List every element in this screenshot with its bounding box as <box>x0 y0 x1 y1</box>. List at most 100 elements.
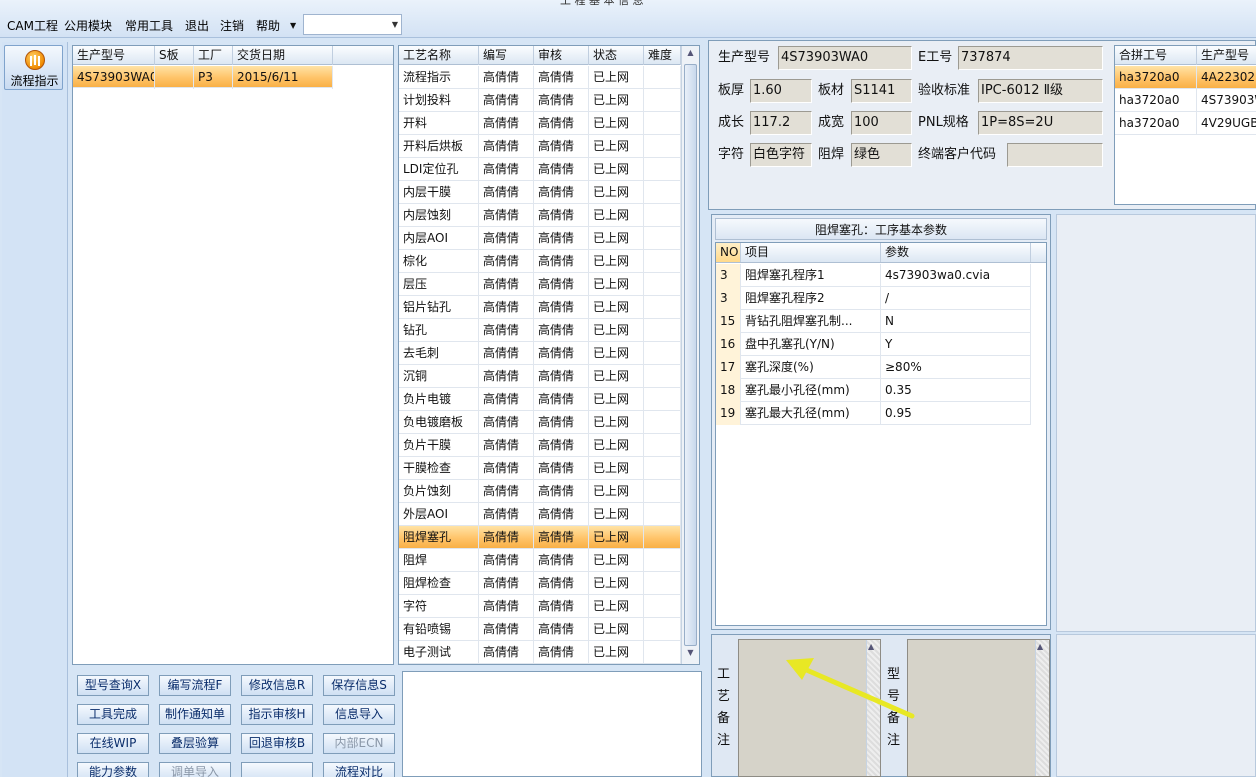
table-row[interactable]: 开料后烘板 高倩倩 高倩倩 已上网 <box>399 135 681 158</box>
column-header[interactable]: 生产型号 <box>73 46 155 65</box>
menu-combo-box[interactable]: ▼ <box>303 14 402 35</box>
table-row[interactable]: 18 塞孔最小孔径(mm) 0.35 <box>716 379 1031 402</box>
menu-help[interactable]: 帮助 <box>254 17 282 35</box>
scroll-thumb[interactable] <box>684 64 697 646</box>
column-header[interactable]: S板 <box>155 46 194 65</box>
chevron-down-icon[interactable]: ▼ <box>392 20 398 29</box>
table-row[interactable]: ha3720a04V29UGBP <box>1115 112 1256 135</box>
column-header[interactable]: NO <box>716 243 741 262</box>
cell-model: 4A22302L <box>1197 66 1256 89</box>
scroll-down-icon[interactable]: ▼ <box>684 648 697 662</box>
table-row[interactable]: 铝片钻孔 高倩倩 高倩倩 已上网 <box>399 296 681 319</box>
action-button[interactable]: 信息导入 <box>323 704 395 725</box>
column-header[interactable]: 交货日期 <box>233 46 333 65</box>
table-row[interactable]: 阻焊 高倩倩 高倩倩 已上网 <box>399 549 681 572</box>
column-header[interactable]: 难度 <box>644 46 681 65</box>
table-row[interactable]: 负片干膜 高倩倩 高倩倩 已上网 <box>399 434 681 457</box>
material-field[interactable]: S1141 <box>851 79 912 103</box>
action-button[interactable] <box>241 762 313 777</box>
cell-process-name: 外层AOI <box>399 503 479 526</box>
customer-code-field[interactable] <box>1007 143 1103 167</box>
table-row[interactable]: 开料 高倩倩 高倩倩 已上网 <box>399 112 681 135</box>
table-row[interactable]: 负电镀磨板 高倩倩 高倩倩 已上网 <box>399 411 681 434</box>
chevron-down-icon[interactable]: ▼ <box>290 21 296 30</box>
action-button[interactable]: 型号查询X <box>77 675 149 696</box>
action-button[interactable]: 工具完成 <box>77 704 149 725</box>
table-row[interactable]: 4S73903WA0 P3 2015/6/11 <box>73 66 333 89</box>
process-scrollbar[interactable]: ▲ ▼ <box>681 46 699 664</box>
cell-model: 4S73903W <box>1197 89 1256 112</box>
table-row[interactable]: 阻焊检查 高倩倩 高倩倩 已上网 <box>399 572 681 595</box>
model-field[interactable]: 4S73903WA0 <box>778 46 912 70</box>
menu-logout[interactable]: 注销 <box>218 17 246 35</box>
column-header[interactable]: 生产型号 <box>1197 46 1256 65</box>
action-button[interactable]: 流程对比 <box>323 762 395 777</box>
table-row[interactable]: 有铅喷锡 高倩倩 高倩倩 已上网 <box>399 618 681 641</box>
cell-difficulty <box>644 434 681 457</box>
scroll-up-icon[interactable]: ▲ <box>684 48 697 62</box>
table-row[interactable]: 19 塞孔最大孔径(mm) 0.95 <box>716 402 1031 425</box>
action-button[interactable]: 叠层验算 <box>159 733 231 754</box>
length-field[interactable]: 117.2 <box>750 111 812 135</box>
table-row[interactable]: ha3720a04S73903W <box>1115 89 1256 112</box>
table-row[interactable]: 沉铜 高倩倩 高倩倩 已上网 <box>399 365 681 388</box>
table-row[interactable]: ha3720a0 4A22302L <box>1115 66 1256 89</box>
menu-common-module[interactable]: 公用模块 <box>62 17 114 35</box>
action-button[interactable]: 能力参数 <box>77 762 149 777</box>
action-button[interactable]: 制作通知单 <box>159 704 231 725</box>
table-row[interactable]: 负片蚀刻 高倩倩 高倩倩 已上网 <box>399 480 681 503</box>
table-row[interactable]: 干膜检查 高倩倩 高倩倩 已上网 <box>399 457 681 480</box>
table-row[interactable]: 3 阻焊塞孔程序1 4s73903wa0.cvia <box>716 264 1031 287</box>
table-row[interactable]: LDI定位孔 高倩倩 高倩倩 已上网 <box>399 158 681 181</box>
menu-cam[interactable]: CAM工程 <box>5 17 60 35</box>
table-row[interactable]: 负片电镀 高倩倩 高倩倩 已上网 <box>399 388 681 411</box>
table-row[interactable]: 内层AOI 高倩倩 高倩倩 已上网 <box>399 227 681 250</box>
e-number-field[interactable]: 737874 <box>958 46 1103 70</box>
action-button[interactable]: 内部ECN <box>323 733 395 754</box>
table-row[interactable]: 计划投料 高倩倩 高倩倩 已上网 <box>399 89 681 112</box>
table-row[interactable]: 16 盘中孔塞孔(Y/N) Y <box>716 333 1031 356</box>
width-field[interactable]: 100 <box>851 111 912 135</box>
notes-scrollbar[interactable]: ▲ <box>1035 640 1049 776</box>
cell-status: 已上网 <box>589 204 644 227</box>
column-header[interactable]: 审核 <box>534 46 589 65</box>
action-button[interactable]: 修改信息R <box>241 675 313 696</box>
table-row[interactable]: 流程指示 高倩倩 高倩倩 已上网 <box>399 66 681 89</box>
column-header[interactable]: 编写 <box>479 46 534 65</box>
action-button[interactable]: 在线WIP <box>77 733 149 754</box>
table-row[interactable]: 17 塞孔深度(%) ≥80% <box>716 356 1031 379</box>
action-button[interactable]: 指示审核H <box>241 704 313 725</box>
column-header[interactable]: 合拼工号 <box>1115 46 1197 65</box>
scroll-up-icon[interactable]: ▲ <box>1037 642 1043 651</box>
flow-indicator-button[interactable]: 流程指示 <box>4 45 63 90</box>
column-header[interactable]: 参数 <box>881 243 1031 262</box>
table-row[interactable]: 棕化 高倩倩 高倩倩 已上网 <box>399 250 681 273</box>
thickness-field[interactable]: 1.60 <box>750 79 812 103</box>
table-row[interactable]: 字符 高倩倩 高倩倩 已上网 <box>399 595 681 618</box>
column-header[interactable]: 工艺名称 <box>399 46 479 65</box>
action-button[interactable]: 保存信息S <box>323 675 395 696</box>
model-notes-textarea[interactable]: ▲ <box>907 639 1050 777</box>
action-button[interactable]: 回退审核B <box>241 733 313 754</box>
standard-field[interactable]: IPC-6012 Ⅱ级 <box>978 79 1103 103</box>
table-row[interactable]: 阻焊塞孔 高倩倩 高倩倩 已上网 <box>399 526 681 549</box>
table-row[interactable]: 内层蚀刻 高倩倩 高倩倩 已上网 <box>399 204 681 227</box>
column-header[interactable]: 项目 <box>741 243 881 262</box>
menu-exit[interactable]: 退出 <box>183 17 211 35</box>
table-row[interactable]: 3 阻焊塞孔程序2/ <box>716 287 1031 310</box>
action-button[interactable]: 编写流程F <box>159 675 231 696</box>
character-field[interactable]: 白色字符 <box>750 143 812 167</box>
table-row[interactable]: 去毛刺 高倩倩 高倩倩 已上网 <box>399 342 681 365</box>
table-row[interactable]: 电子测试 高倩倩 高倩倩 已上网 <box>399 641 681 664</box>
pnl-field[interactable]: 1P=8S=2U <box>978 111 1103 135</box>
table-row[interactable]: 钻孔 高倩倩 高倩倩 已上网 <box>399 319 681 342</box>
table-row[interactable]: 内层干膜 高倩倩 高倩倩 已上网 <box>399 181 681 204</box>
menu-tools[interactable]: 常用工具 <box>123 17 175 35</box>
table-row[interactable]: 15 背钻孔阻焊塞孔制... N <box>716 310 1031 333</box>
column-header[interactable]: 工厂 <box>194 46 233 65</box>
solder-mask-field[interactable]: 绿色 <box>851 143 912 167</box>
table-row[interactable]: 层压 高倩倩 高倩倩 已上网 <box>399 273 681 296</box>
column-header[interactable]: 状态 <box>589 46 644 65</box>
action-button[interactable]: 调单导入 <box>159 762 231 777</box>
table-row[interactable]: 外层AOI 高倩倩 高倩倩 已上网 <box>399 503 681 526</box>
